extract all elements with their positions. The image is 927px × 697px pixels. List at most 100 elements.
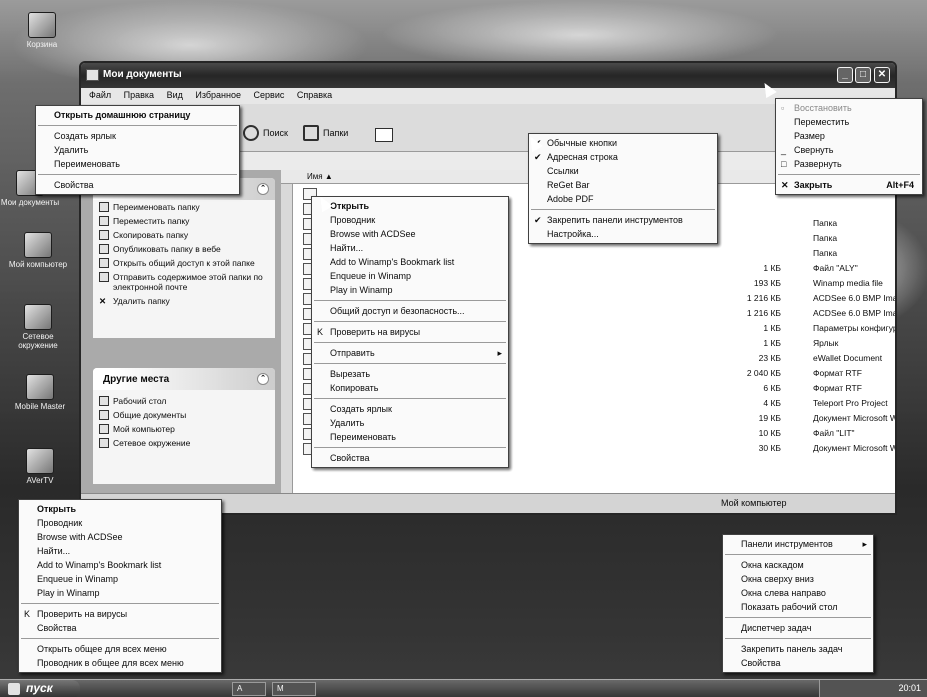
minimize-icon: _ [781, 145, 787, 155]
folders-button[interactable]: Папки [301, 124, 352, 144]
menu-reget-bar[interactable]: ReGet Bar [529, 178, 717, 192]
task-move-folder[interactable]: Переместить папку [93, 214, 275, 228]
place-shared-documents[interactable]: Общие документы [93, 408, 275, 422]
menu-view[interactable]: Вид [167, 90, 183, 100]
place-my-computer[interactable]: Мой компьютер [93, 422, 275, 436]
menu-minimize[interactable]: _ Свернуть [776, 143, 922, 157]
desktop-icon-mobile-master[interactable]: Mobile Master [10, 374, 70, 411]
maximize-button[interactable]: □ [855, 67, 871, 83]
menu-winamp-bookmark[interactable]: Add to Winamp's Bookmark list [19, 558, 221, 572]
menu-winamp-play[interactable]: Play in Winamp [19, 586, 221, 600]
task-share-folder[interactable]: Открыть общий доступ к этой папке [93, 256, 275, 270]
menu-copy[interactable]: Копировать [312, 381, 508, 395]
menu-properties[interactable]: Свойства [723, 656, 873, 670]
other-places-panel: Другие места ⌃ Рабочий стол Общие докумен… [93, 368, 275, 484]
desktop-icon-avertv[interactable]: AVerTV [10, 448, 70, 485]
file-size: 2 040 КБ [746, 368, 781, 378]
menu-rename[interactable]: Переименовать [36, 157, 239, 171]
task-rename-folder[interactable]: Переименовать папку [93, 200, 275, 214]
taskbar-button-a[interactable]: A [232, 682, 266, 696]
menu-address-bar[interactable]: ✔ Адресная строка [529, 150, 717, 164]
menu-explorer[interactable]: Проводник [312, 213, 508, 227]
menu-properties[interactable]: Свойства [19, 621, 221, 635]
menu-links[interactable]: Ссылки [529, 164, 717, 178]
desktop-icon-recycle-bin[interactable]: Корзина [12, 12, 72, 49]
menu-rename[interactable]: Переименовать [312, 430, 508, 444]
menu-virus-scan[interactable]: K Проверить на вирусы [312, 325, 508, 339]
desktop-icon-network[interactable]: Сетевое окружение [8, 304, 68, 350]
check-icon: ✔ [534, 152, 542, 162]
menu-tile-vertically[interactable]: Окна сверху вниз [723, 572, 873, 586]
menu-favorites[interactable]: Избранное [195, 90, 241, 100]
menu-cut[interactable]: Вырезать [312, 367, 508, 381]
menu-file[interactable]: Файл [89, 90, 111, 100]
menu-browse-acdsee[interactable]: Browse with ACDSee [19, 530, 221, 544]
menu-open-all-users[interactable]: Открыть общее для всех меню [19, 642, 221, 656]
menu-browse-acdsee[interactable]: Browse with ACDSee [312, 227, 508, 241]
menu-winamp-play[interactable]: Play in Winamp [312, 283, 508, 297]
place-network[interactable]: Сетевое окружение [93, 436, 275, 450]
menu-open[interactable]: Открыть [312, 199, 508, 213]
task-email-folder[interactable]: Отправить содержимое этой папки по элект… [93, 270, 275, 294]
system-menu: ▫ Восстановить Переместить Размер _ Сверну… [775, 98, 923, 195]
menu-explore-all-users[interactable]: Проводник в общее для всех меню [19, 656, 221, 670]
views-button[interactable] [371, 124, 397, 144]
task-publish-folder[interactable]: Опубликовать папку в вебе [93, 242, 275, 256]
file-type: ACDSee 6.0 BMP Image [813, 308, 897, 318]
menu-move[interactable]: Переместить [776, 115, 922, 129]
menu-toolbars[interactable]: Панели инструментов ▸ [723, 537, 873, 551]
menu-delete[interactable]: Удалить [36, 143, 239, 157]
check-icon: ✔ [534, 215, 542, 225]
menu-show-desktop[interactable]: Показать рабочий стол [723, 600, 873, 614]
menu-standard-buttons[interactable]: ✔ Обычные кнопки [529, 136, 717, 150]
menu-maximize[interactable]: □ Развернуть [776, 157, 922, 171]
window-titlebar[interactable]: Мои документы _ □ ✕ [81, 63, 895, 88]
task-delete-folder[interactable]: ✕ Удалить папку [93, 294, 275, 308]
close-button[interactable]: ✕ [874, 67, 890, 83]
menu-properties[interactable]: Свойства [312, 451, 508, 465]
menu-adobe-pdf[interactable]: Adobe PDF [529, 192, 717, 206]
menu-open-home-page[interactable]: Открыть домашнюю страницу [36, 108, 239, 122]
file-size: 1 216 КБ [746, 308, 781, 318]
menu-send-to[interactable]: Отправить ▸ [312, 346, 508, 360]
menu-lock-taskbar[interactable]: Закрепить панель задач [723, 642, 873, 656]
menu-sharing-security[interactable]: Общий доступ и безопасность... [312, 304, 508, 318]
menu-cascade-windows[interactable]: Окна каскадом [723, 558, 873, 572]
clock[interactable]: 20:01 [898, 683, 921, 693]
menu-tools[interactable]: Сервис [254, 90, 285, 100]
menu-explorer[interactable]: Проводник [19, 516, 221, 530]
menu-close[interactable]: ✕ Закрыть Alt+F4 [776, 178, 922, 192]
start-button[interactable]: пуск [0, 680, 80, 697]
menu-find[interactable]: Найти... [19, 544, 221, 558]
place-desktop[interactable]: Рабочий стол [93, 394, 275, 408]
taskbar-button-m[interactable]: M [272, 682, 316, 696]
menu-delete[interactable]: Удалить [312, 416, 508, 430]
menu-open[interactable]: Открыть [19, 502, 221, 516]
menu-tile-horizontally[interactable]: Окна слева направо [723, 586, 873, 600]
task-copy-folder[interactable]: Скопировать папку [93, 228, 275, 242]
menu-winamp-enqueue[interactable]: Enqueue in Winamp [312, 269, 508, 283]
search-button[interactable]: Поиск [241, 124, 292, 144]
menu-virus-scan[interactable]: K Проверить на вирусы [19, 607, 221, 621]
menu-create-shortcut[interactable]: Создать ярлык [36, 129, 239, 143]
file-type: Документ Microsoft Word [813, 443, 897, 453]
menu-winamp-bookmark[interactable]: Add to Winamp's Bookmark list [312, 255, 508, 269]
collapse-icon[interactable]: ⌃ [257, 183, 269, 195]
desktop-icon-my-computer[interactable]: Мой компьютер [8, 232, 68, 269]
menu-winamp-enqueue[interactable]: Enqueue in Winamp [19, 572, 221, 586]
menu-size[interactable]: Размер [776, 129, 922, 143]
collapse-icon[interactable]: ⌃ [257, 373, 269, 385]
menu-separator [531, 209, 715, 210]
menu-restore[interactable]: ▫ Восстановить [776, 101, 922, 115]
menu-customize[interactable]: Настройка... [529, 227, 717, 241]
menu-properties[interactable]: Свойства [36, 178, 239, 192]
menu-edit[interactable]: Правка [124, 90, 154, 100]
menu-separator [725, 638, 871, 639]
menu-create-shortcut[interactable]: Создать ярлык [312, 402, 508, 416]
minimize-button[interactable]: _ [837, 67, 853, 83]
menu-task-manager[interactable]: Диспетчер задач [723, 621, 873, 635]
other-places-header[interactable]: Другие места ⌃ [93, 368, 275, 390]
menu-lock-toolbars[interactable]: ✔ Закрепить панели инструментов [529, 213, 717, 227]
menu-find[interactable]: Найти... [312, 241, 508, 255]
menu-help[interactable]: Справка [297, 90, 332, 100]
